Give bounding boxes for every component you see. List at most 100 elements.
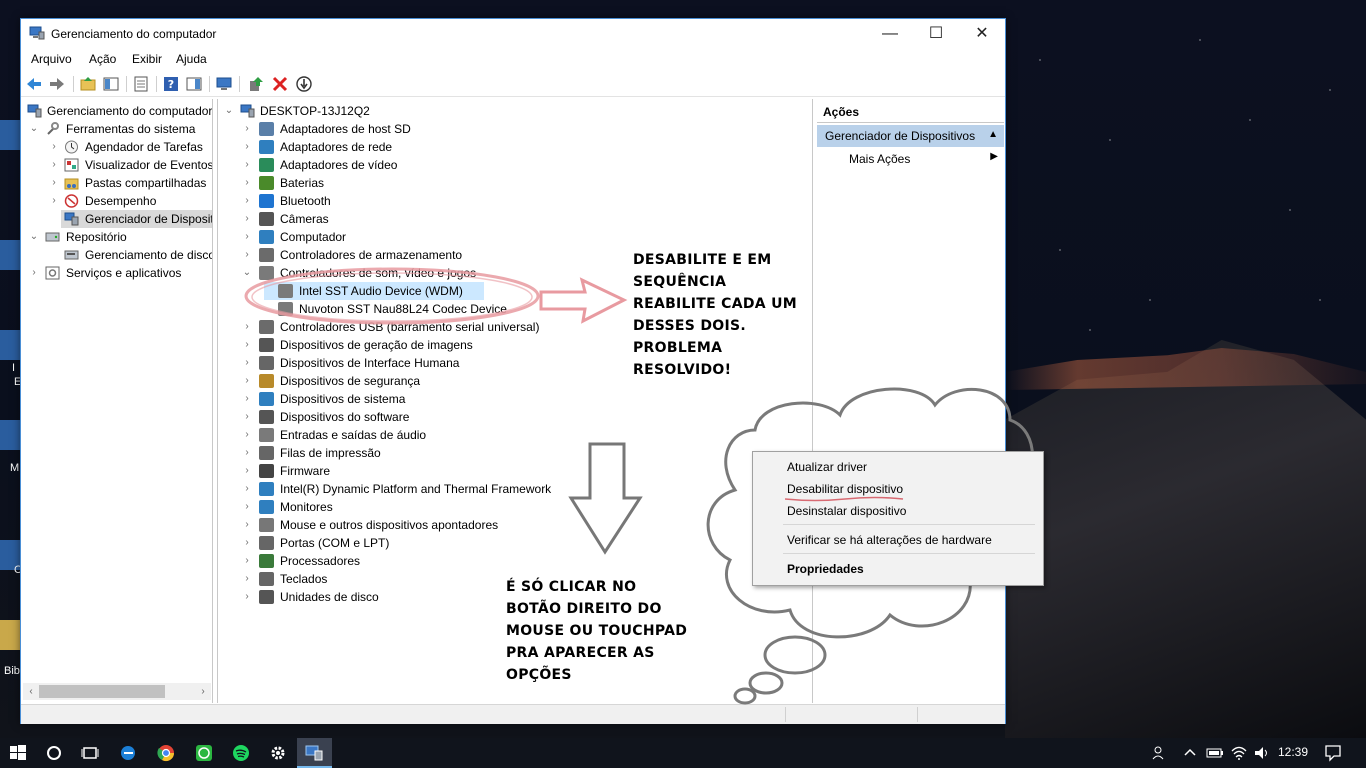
- notifications-icon[interactable]: [1323, 743, 1343, 763]
- desktop-icon[interactable]: [0, 330, 22, 360]
- wifi-icon[interactable]: [1229, 743, 1249, 763]
- device-category[interactable]: › Adaptadores de rede: [218, 138, 812, 156]
- expand-arrow-icon[interactable]: ›: [242, 192, 252, 210]
- edge-icon[interactable]: [118, 743, 138, 763]
- expand-arrow-icon[interactable]: ›: [242, 174, 252, 192]
- show-hide-tree-icon[interactable]: [102, 75, 120, 93]
- tree-item-performance[interactable]: › Desempenho: [21, 192, 212, 210]
- expand-arrow-icon[interactable]: ›: [242, 246, 252, 264]
- horizontal-scrollbar[interactable]: ‹ ›: [23, 683, 211, 700]
- device-item[interactable]: Nuvoton SST Nau88L24 Codec Device: [264, 300, 507, 318]
- expand-arrow-icon[interactable]: ›: [242, 552, 252, 570]
- tree-item-system-tools[interactable]: ⌄ Ferramentas do sistema: [21, 120, 212, 138]
- help-icon[interactable]: ?: [162, 75, 180, 93]
- tree-item-shared-folders[interactable]: › Pastas compartilhadas: [21, 174, 212, 192]
- chevron-up-icon[interactable]: [1180, 743, 1200, 763]
- show-hide-action-pane-icon[interactable]: [185, 75, 203, 93]
- device-category[interactable]: › Computador: [218, 228, 812, 246]
- tree-item-services-apps[interactable]: › Serviços e aplicativos: [21, 264, 212, 282]
- expand-arrow-icon[interactable]: ›: [242, 138, 252, 156]
- collapse-arrow-icon[interactable]: ⌄: [29, 228, 39, 246]
- collapse-up-icon[interactable]: ▲: [988, 129, 998, 140]
- device-category[interactable]: › Entradas e saídas de áudio: [218, 426, 812, 444]
- people-icon[interactable]: [1150, 743, 1170, 763]
- expand-arrow-icon[interactable]: ›: [49, 174, 59, 192]
- expand-arrow-icon[interactable]: ›: [242, 426, 252, 444]
- device-category[interactable]: › Bluetooth: [218, 192, 812, 210]
- expand-arrow-icon[interactable]: ›: [242, 498, 252, 516]
- expand-arrow-icon[interactable]: ›: [242, 462, 252, 480]
- chrome-icon[interactable]: [156, 743, 176, 763]
- menu-exibir[interactable]: Exibir: [132, 52, 162, 66]
- spotify-icon[interactable]: [231, 743, 251, 763]
- battery-icon[interactable]: [1205, 743, 1225, 763]
- device-item[interactable]: Intel SST Audio Device (WDM): [264, 282, 484, 300]
- device-category[interactable]: › Monitores: [218, 498, 812, 516]
- expand-arrow-icon[interactable]: ›: [49, 192, 59, 210]
- device-category[interactable]: › Adaptadores de host SD: [218, 120, 812, 138]
- device-category[interactable]: › Filas de impressão: [218, 444, 812, 462]
- desktop-icon[interactable]: [0, 420, 22, 450]
- scrollbar-thumb[interactable]: [39, 685, 165, 698]
- more-actions-item[interactable]: Mais Ações: [849, 152, 910, 166]
- device-category[interactable]: › Baterias: [218, 174, 812, 192]
- maximize-button[interactable]: ☐: [913, 19, 959, 48]
- volume-icon[interactable]: [1252, 743, 1272, 763]
- expand-arrow-icon[interactable]: ›: [242, 228, 252, 246]
- tree-item-computer-management[interactable]: Gerenciamento do computador: [21, 102, 212, 120]
- expand-arrow-icon[interactable]: ›: [49, 156, 59, 174]
- expand-arrow-icon[interactable]: ›: [242, 408, 252, 426]
- menu-disable-device[interactable]: Desabilitar dispositivo: [787, 482, 903, 496]
- scroll-right-icon[interactable]: ›: [195, 683, 211, 700]
- expand-arrow-icon[interactable]: ›: [242, 444, 252, 462]
- tree-item-disk-management[interactable]: Gerenciamento de disco: [21, 246, 212, 264]
- actions-group-device-manager[interactable]: Gerenciador de Dispositivos ▲: [817, 125, 1004, 147]
- tree-item-device-manager[interactable]: Gerenciador de Dispositivos: [61, 210, 212, 228]
- start-icon[interactable]: [8, 743, 28, 763]
- up-folder-icon[interactable]: [79, 75, 97, 93]
- collapse-arrow-icon[interactable]: ⌄: [224, 102, 234, 120]
- expand-arrow-icon[interactable]: ›: [242, 516, 252, 534]
- forward-icon[interactable]: [48, 75, 66, 93]
- device-category[interactable]: › Intel(R) Dynamic Platform and Thermal F…: [218, 480, 812, 498]
- collapse-arrow-icon[interactable]: ⌄: [29, 120, 39, 138]
- computer-management-icon[interactable]: [304, 743, 324, 763]
- expand-arrow-icon[interactable]: ›: [49, 138, 59, 156]
- device-category[interactable]: › Câmeras: [218, 210, 812, 228]
- settings-icon[interactable]: [268, 743, 288, 763]
- desktop-icon[interactable]: [0, 620, 22, 650]
- expand-arrow-icon[interactable]: ›: [242, 120, 252, 138]
- menu-scan-hardware[interactable]: Verificar se há alterações de hardware: [787, 533, 992, 547]
- update-driver-icon[interactable]: [247, 75, 265, 93]
- expand-arrow-icon[interactable]: ›: [242, 354, 252, 372]
- menu-uninstall-device[interactable]: Desinstalar dispositivo: [787, 504, 906, 518]
- back-icon[interactable]: [25, 75, 43, 93]
- minimize-button[interactable]: —: [867, 19, 913, 48]
- title-bar[interactable]: Gerenciamento do computador — ☐ ✕: [21, 19, 1005, 48]
- device-category[interactable]: › Dispositivos de sistema: [218, 390, 812, 408]
- expand-arrow-icon[interactable]: ›: [242, 534, 252, 552]
- tree-item-task-scheduler[interactable]: › Agendador de Tarefas: [21, 138, 212, 156]
- close-button[interactable]: ✕: [959, 19, 1005, 48]
- menu-acao[interactable]: Ação: [89, 52, 116, 66]
- desktop-icon[interactable]: [0, 240, 22, 270]
- expand-arrow-icon[interactable]: ›: [242, 372, 252, 390]
- collapse-arrow-icon[interactable]: ⌄: [242, 264, 252, 282]
- expand-arrow-icon[interactable]: ›: [242, 156, 252, 174]
- menu-arquivo[interactable]: Arquivo: [31, 52, 72, 66]
- properties-icon[interactable]: [132, 75, 150, 93]
- expand-arrow-icon[interactable]: ›: [242, 336, 252, 354]
- menu-ajuda[interactable]: Ajuda: [176, 52, 207, 66]
- desktop-icon[interactable]: [0, 120, 22, 150]
- whatsapp-icon[interactable]: [194, 743, 214, 763]
- expand-arrow-icon[interactable]: ›: [29, 264, 39, 282]
- expand-arrow-icon[interactable]: ›: [242, 480, 252, 498]
- expand-arrow-icon[interactable]: ›: [242, 390, 252, 408]
- device-category[interactable]: › Firmware: [218, 462, 812, 480]
- enable-device-icon[interactable]: [295, 75, 313, 93]
- task-view-icon[interactable]: [80, 743, 100, 763]
- expand-arrow-icon[interactable]: ›: [242, 318, 252, 336]
- expand-arrow-icon[interactable]: ›: [242, 570, 252, 588]
- scan-hardware-icon[interactable]: [215, 75, 233, 93]
- uninstall-device-icon[interactable]: [271, 75, 289, 93]
